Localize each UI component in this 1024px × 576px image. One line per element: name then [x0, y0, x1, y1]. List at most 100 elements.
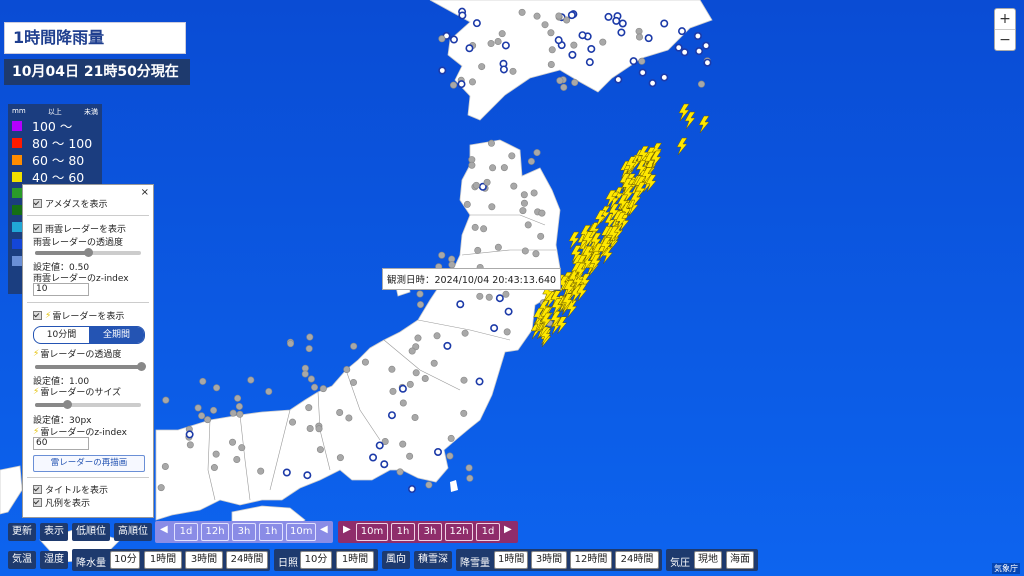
amedas-station[interactable] [547, 29, 555, 37]
amedas-station[interactable] [466, 474, 474, 482]
amedas-station[interactable] [489, 164, 497, 172]
amedas-station[interactable] [648, 79, 657, 88]
amedas-station[interactable] [483, 178, 491, 186]
amedas-station[interactable] [612, 16, 621, 25]
amedas-station[interactable] [487, 40, 495, 48]
amedas-station[interactable] [488, 203, 496, 211]
amedas-station[interactable] [490, 324, 499, 333]
slider-handle[interactable] [84, 248, 93, 257]
amedas-station[interactable] [185, 430, 194, 439]
amedas-station[interactable] [494, 37, 502, 45]
amedas-station[interactable] [319, 385, 327, 393]
amedas-station[interactable] [527, 157, 535, 165]
snowfall-24h-button[interactable]: 24時間 [615, 551, 659, 569]
checkbox-icon[interactable] [33, 498, 42, 507]
amedas-station[interactable] [614, 75, 623, 84]
back-10m-button[interactable]: 10m [286, 523, 316, 541]
amedas-station[interactable] [396, 468, 404, 476]
amedas-station[interactable] [289, 418, 297, 426]
amedas-station[interactable] [438, 66, 447, 75]
amedas-station[interactable] [618, 19, 627, 28]
amedas-station[interactable] [635, 33, 643, 41]
amedas-station[interactable] [460, 409, 468, 417]
amedas-station[interactable] [398, 384, 407, 393]
checkbox-icon[interactable] [33, 311, 42, 320]
amedas-station[interactable] [693, 31, 702, 40]
thunder-size-slider[interactable] [35, 400, 141, 409]
sunshine-10min-button[interactable]: 10分 [300, 551, 332, 569]
amedas-station[interactable] [571, 79, 579, 87]
amedas-station[interactable] [570, 41, 578, 49]
amedas-station[interactable] [336, 454, 344, 462]
amedas-station[interactable] [316, 446, 324, 454]
amedas-station[interactable] [638, 57, 646, 65]
amedas-station[interactable] [369, 453, 378, 462]
amedas-station[interactable] [387, 411, 396, 420]
amedas-station[interactable] [538, 209, 546, 217]
amedas-station[interactable] [530, 189, 538, 197]
amedas-station[interactable] [446, 452, 454, 460]
forward-12h-button[interactable]: 12h [445, 523, 473, 541]
amedas-station[interactable] [434, 447, 443, 456]
slider-handle[interactable] [62, 400, 72, 409]
amedas-station[interactable] [301, 370, 309, 378]
sunshine-1h-button[interactable]: 1時間 [336, 551, 374, 569]
zoom-in-button[interactable]: + [995, 9, 1015, 29]
amedas-station[interactable] [198, 412, 206, 420]
forward-arrow-icon[interactable]: ▶ [504, 524, 512, 535]
amedas-station[interactable] [510, 182, 518, 190]
amedas-station[interactable] [389, 387, 397, 395]
snow-depth-button[interactable]: 積雪深 [414, 551, 452, 569]
amedas-station[interactable] [411, 414, 419, 422]
amedas-station[interactable] [520, 191, 528, 199]
amedas-station[interactable] [236, 410, 244, 418]
amedas-station[interactable] [554, 36, 563, 45]
amedas-station[interactable] [443, 341, 452, 350]
amedas-station[interactable] [560, 83, 568, 91]
amedas-station[interactable] [234, 394, 242, 402]
amedas-station[interactable] [210, 406, 218, 414]
thunder-zindex-input[interactable]: 60 [33, 437, 89, 450]
amedas-station[interactable] [336, 408, 344, 416]
amedas-station[interactable] [485, 293, 493, 301]
amedas-station[interactable] [306, 333, 314, 341]
amedas-station[interactable] [697, 80, 705, 88]
humidity-button[interactable]: 湿度 [40, 551, 68, 569]
amedas-station[interactable] [301, 364, 309, 372]
amedas-station[interactable] [457, 80, 466, 89]
forward-arrow-icon[interactable]: ▶ [343, 524, 351, 535]
amedas-station[interactable] [399, 440, 407, 448]
back-arrow-icon[interactable]: ◀ [320, 524, 328, 535]
amedas-station[interactable] [210, 464, 218, 472]
amedas-station[interactable] [458, 11, 467, 20]
amedas-station[interactable] [157, 484, 165, 492]
amedas-station[interactable] [414, 334, 422, 342]
amedas-station[interactable] [305, 404, 313, 412]
amedas-station[interactable] [468, 161, 476, 169]
amedas-station[interactable] [567, 11, 576, 20]
forward-10m-button[interactable]: 10m [356, 523, 388, 541]
amedas-station[interactable] [450, 81, 458, 89]
back-12h-button[interactable]: 12h [201, 523, 229, 541]
amedas-station[interactable] [375, 441, 384, 450]
pressure-station-button[interactable]: 現地 [694, 551, 722, 569]
amedas-station[interactable] [474, 246, 482, 254]
amedas-station[interactable] [238, 444, 246, 452]
amedas-station[interactable] [533, 149, 541, 157]
amedas-station[interactable] [617, 28, 626, 37]
snowfall-12h-button[interactable]: 12時間 [570, 551, 612, 569]
amedas-station[interactable] [501, 41, 510, 50]
amedas-station[interactable] [578, 31, 587, 40]
amedas-station[interactable] [449, 35, 458, 44]
amedas-station[interactable] [282, 468, 291, 477]
pressure-sea-button[interactable]: 海面 [726, 551, 754, 569]
amedas-station[interactable] [233, 455, 241, 463]
amedas-station[interactable] [416, 290, 424, 298]
amedas-station[interactable] [421, 374, 429, 382]
back-1d-button[interactable]: 1d [174, 523, 198, 541]
amedas-station[interactable] [702, 41, 711, 50]
amedas-station[interactable] [509, 67, 517, 75]
amedas-station[interactable] [433, 332, 441, 340]
amedas-station[interactable] [438, 251, 446, 259]
display-button[interactable]: 表示 [40, 523, 68, 541]
